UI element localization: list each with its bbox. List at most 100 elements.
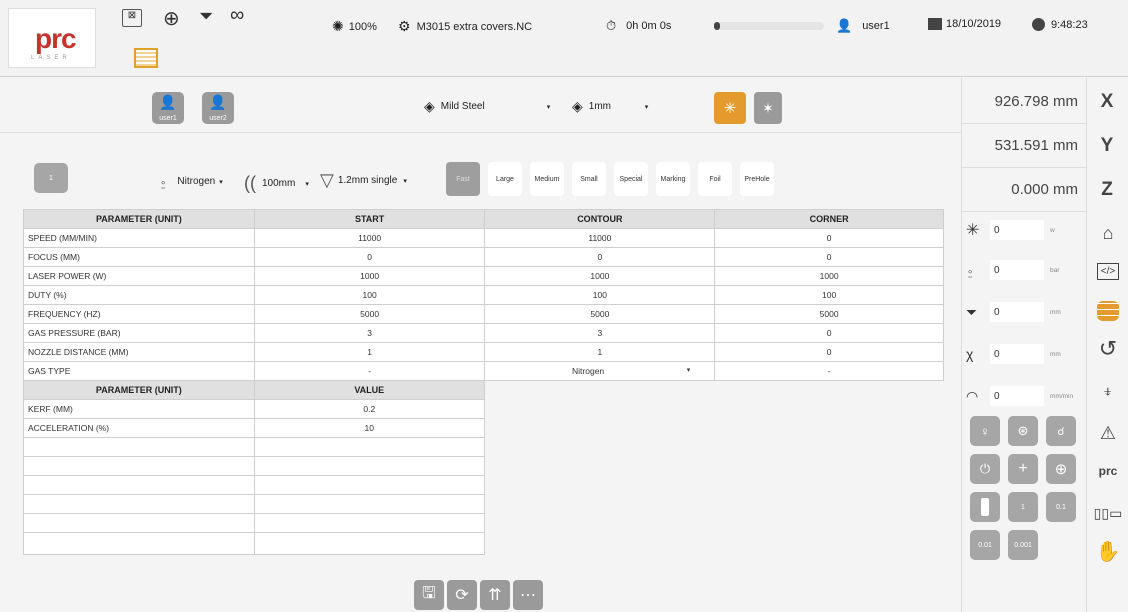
laser-beam-button[interactable]: ✶ xyxy=(754,92,782,124)
alarm-button[interactable]: ⚠ xyxy=(1088,414,1128,452)
material-select[interactable]: ◈ Mild Steel ▾ xyxy=(424,98,550,115)
preset-label: Special xyxy=(619,175,643,183)
corner-cell[interactable]: 0 xyxy=(714,228,944,248)
contour-cell[interactable]: 0 xyxy=(484,247,716,267)
save-button[interactable]: 🖫 xyxy=(414,580,444,610)
contour-cell[interactable]: 100 xyxy=(484,285,716,305)
speed-value[interactable]: 0 xyxy=(990,386,1044,406)
x-position: 926.798 mm xyxy=(962,80,1086,124)
start-cell[interactable]: 1 xyxy=(253,342,486,362)
x-axis-button[interactable]: X xyxy=(1086,80,1128,124)
home-button[interactable]: ⌂ xyxy=(1088,214,1128,252)
start-cell[interactable]: 11000 xyxy=(253,228,486,248)
power-button[interactable]: ⏻ xyxy=(970,454,1000,484)
preset-foil[interactable]: Foil xyxy=(698,162,732,196)
more-button[interactable]: ⋯ xyxy=(513,580,543,610)
start-cell[interactable]: - xyxy=(253,361,486,381)
y-axis-button[interactable]: Y xyxy=(1086,124,1128,168)
jog-0.01-button[interactable]: 0.01 xyxy=(970,530,1000,560)
link-icon[interactable]: ∞ xyxy=(230,4,244,27)
x-label: X xyxy=(1100,91,1114,112)
corner-cell[interactable]: - xyxy=(714,361,944,381)
preset-small[interactable]: Small xyxy=(572,162,606,196)
user1-label: user1 xyxy=(159,115,177,122)
job-progress-bar xyxy=(714,22,824,30)
z-axis-button[interactable]: Z xyxy=(1086,168,1128,212)
program-button[interactable]: </> xyxy=(1088,252,1128,290)
gas-select[interactable]: ⍛ Nitrogen ▾ xyxy=(159,173,223,190)
nozzle-distance-icon: χ xyxy=(966,346,974,362)
target-button[interactable]: ⊕ xyxy=(1046,454,1076,484)
laser-on-button[interactable]: ✳ xyxy=(714,92,746,124)
user-indicator[interactable]: 👤 user1 xyxy=(836,18,890,34)
file-name: M3015 extra covers.NC xyxy=(416,20,533,33)
index-button[interactable]: 1 xyxy=(34,163,68,193)
value-cell[interactable]: 0.2 xyxy=(253,399,486,419)
layers-icon: ◈ xyxy=(424,98,435,114)
steering-button[interactable]: ⊛ xyxy=(1008,416,1038,446)
prc-logo: prc LASER xyxy=(8,8,96,68)
contour-cell[interactable]: 3 xyxy=(484,323,716,343)
contour-cell[interactable]: 1000 xyxy=(484,266,716,286)
lens-select[interactable]: (( 100mm ▾ xyxy=(244,173,309,194)
preset-medium[interactable]: Medium xyxy=(530,162,564,196)
code-icon: </> xyxy=(1096,262,1120,280)
user1-button[interactable]: 👤 user1 xyxy=(152,92,184,124)
corner-cell[interactable]: 0 xyxy=(714,323,944,343)
preset-large[interactable]: Large xyxy=(488,162,522,196)
user2-label: user2 xyxy=(209,115,227,122)
start-cell[interactable]: 0 xyxy=(253,247,486,267)
preset-label: Marking xyxy=(660,175,686,183)
empty-cell xyxy=(253,475,486,495)
user2-button[interactable]: 👤 user2 xyxy=(202,92,234,124)
preset-prehole[interactable]: PreHole xyxy=(740,162,774,196)
thickness-select[interactable]: ◈ 1mm ▾ xyxy=(572,98,648,115)
value-cell[interactable]: 10 xyxy=(253,418,486,438)
reference-button[interactable]: ☌ xyxy=(1046,416,1076,446)
contour-gas-select[interactable]: Nitrogen ▾ xyxy=(484,361,716,381)
corner-cell[interactable]: 1000 xyxy=(714,266,944,286)
start-cell[interactable]: 100 xyxy=(253,285,486,305)
focus-icon: ⏷ xyxy=(966,303,978,320)
table-row: NOZZLE DISTANCE (MM) 1 1 0 xyxy=(23,342,944,362)
preset-fast[interactable]: Fast xyxy=(446,162,480,196)
statistics-button[interactable]: ▯▯▭ xyxy=(1088,494,1128,532)
target-icon: ⊕ xyxy=(1054,461,1068,478)
corner-cell[interactable]: 100 xyxy=(714,285,944,305)
funnel-icon[interactable]: ⏷ xyxy=(199,6,213,27)
nozzle-select[interactable]: ▽ 1.2mm single ▾ xyxy=(320,170,407,191)
crosshair-button[interactable]: + xyxy=(1008,454,1038,484)
preset-special[interactable]: Special xyxy=(614,162,648,196)
select-icon[interactable]: ⊠ xyxy=(122,9,142,27)
target-icon[interactable]: ⊕ xyxy=(163,6,180,31)
continuous-jog-button[interactable] xyxy=(970,492,1000,522)
jog-1-button[interactable]: 1 xyxy=(1008,492,1038,522)
contour-cell[interactable]: 5000 xyxy=(484,304,716,324)
focus-value[interactable]: 0 xyxy=(990,302,1044,322)
start-cell[interactable]: 1000 xyxy=(253,266,486,286)
corner-cell[interactable]: 0 xyxy=(714,247,944,267)
distance-value[interactable]: 0 xyxy=(990,344,1044,364)
power-value[interactable]: 0 xyxy=(990,220,1044,240)
index-value: 1 xyxy=(49,174,53,182)
contour-cell[interactable]: 11000 xyxy=(484,228,716,248)
contour-cell[interactable]: 1 xyxy=(484,342,716,362)
start-cell[interactable]: 5000 xyxy=(253,304,486,324)
start-cell[interactable]: 3 xyxy=(253,323,486,343)
light-button[interactable]: ♀ xyxy=(970,416,1000,446)
reset-button[interactable]: ↺ xyxy=(1088,330,1128,368)
jog-0.1-button[interactable]: 0.1 xyxy=(1046,492,1076,522)
hand-button[interactable]: ✋ xyxy=(1088,532,1128,570)
materials-button[interactable] xyxy=(1088,292,1128,330)
pressure-value[interactable]: 0 xyxy=(990,260,1044,280)
about-button[interactable]: prc xyxy=(1088,452,1128,490)
expand-button[interactable]: ⇈ xyxy=(480,580,510,610)
empty-cell xyxy=(253,532,486,555)
table-row xyxy=(23,494,486,514)
reload-button[interactable]: ⟳ xyxy=(447,580,477,610)
corner-cell[interactable]: 5000 xyxy=(714,304,944,324)
cut-head-button[interactable]: ⍖ xyxy=(1088,372,1128,410)
preset-marking[interactable]: Marking xyxy=(656,162,690,196)
corner-cell[interactable]: 0 xyxy=(714,342,944,362)
jog-0.001-button[interactable]: 0.001 xyxy=(1008,530,1038,560)
